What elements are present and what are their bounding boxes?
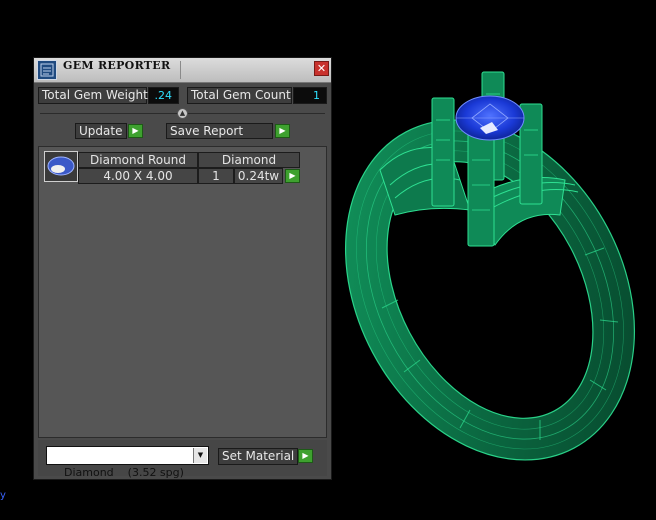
material-select[interactable]: Diamond (3.52 spg) ▼ xyxy=(46,446,209,479)
chevron-down-icon[interactable]: ▼ xyxy=(193,448,207,463)
gem-list[interactable]: Diamond Round Diamond 4.00 X 4.00 1 0.24… xyxy=(38,146,327,438)
title-bar[interactable]: GEM REPORTER ✕ xyxy=(34,58,331,83)
update-play-icon[interactable]: ▶ xyxy=(128,124,143,138)
gem-row-play-icon[interactable]: ▶ xyxy=(285,169,300,183)
gem-reporter-panel: GEM REPORTER ✕ Total Gem Weight .24 Tota… xyxy=(33,57,332,480)
gem-reporter-app-icon xyxy=(37,60,57,80)
set-material-button[interactable]: Set Material xyxy=(218,448,298,465)
total-gem-weight-label: Total Gem Weight xyxy=(38,87,148,104)
total-gem-count-value: 1 xyxy=(293,87,327,104)
gem-stone[interactable] xyxy=(455,95,525,141)
gem-weight-cell: 0.24tw xyxy=(234,168,283,184)
material-select-value: Diamond (3.52 spg) xyxy=(64,466,184,479)
save-report-play-icon[interactable]: ▶ xyxy=(275,124,290,138)
total-gem-count-label: Total Gem Count xyxy=(187,87,292,104)
close-icon[interactable]: ✕ xyxy=(314,61,329,76)
update-button[interactable]: Update xyxy=(75,123,127,139)
gem-count-cell: 1 xyxy=(198,168,234,184)
round-diamond-thumbnail-icon xyxy=(44,151,78,182)
total-gem-weight-value: .24 xyxy=(148,87,179,104)
gem-material-cell: Diamond xyxy=(198,152,300,168)
collapse-toggle-icon[interactable]: ▲ xyxy=(177,108,188,119)
set-material-play-icon[interactable]: ▶ xyxy=(298,449,313,463)
gem-size-cell: 4.00 X 4.00 xyxy=(78,168,198,184)
title-divider xyxy=(180,61,181,79)
axis-indicator: y xyxy=(0,490,6,501)
save-report-button[interactable]: Save Report xyxy=(166,123,273,139)
window-title: GEM REPORTER xyxy=(63,59,171,72)
gem-shape-cell: Diamond Round xyxy=(78,152,198,168)
